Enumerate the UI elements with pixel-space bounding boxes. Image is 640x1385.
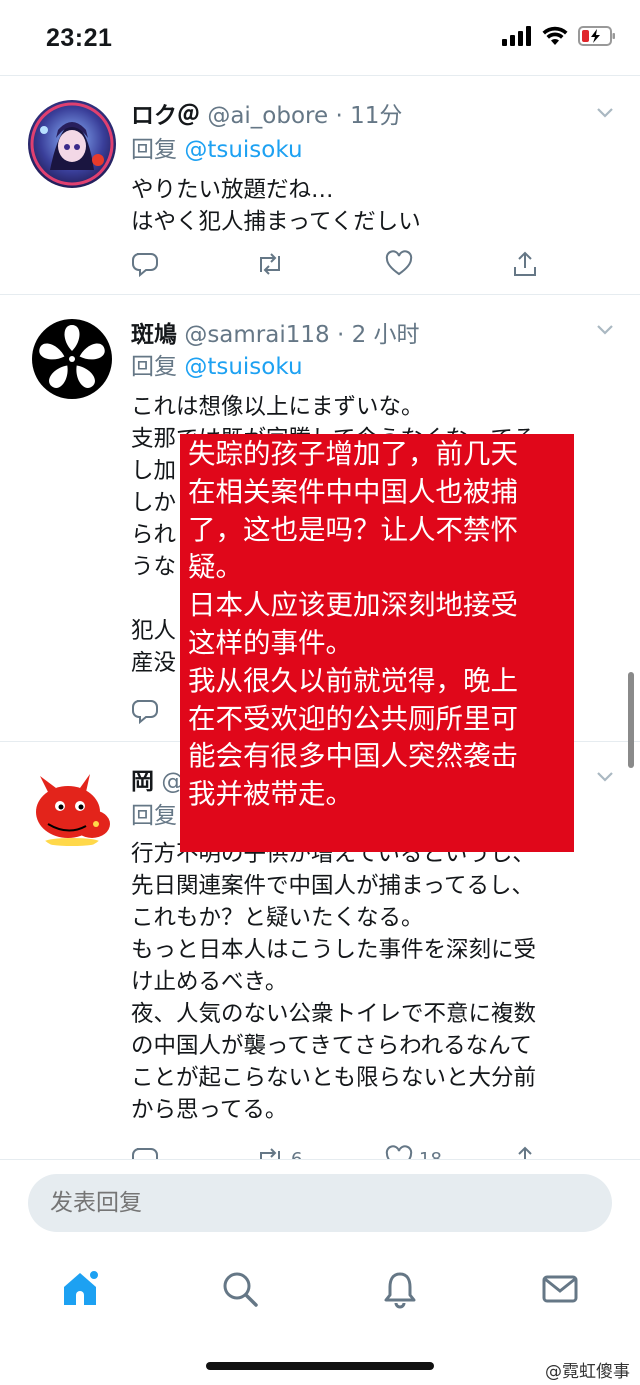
- tweet-text: やりたい放題だね… はやく犯人捕まってくだしい: [131, 177, 421, 235]
- chevron-down-icon[interactable]: [596, 768, 614, 786]
- home-icon: [64, 1269, 100, 1305]
- avatar[interactable]: [28, 762, 116, 850]
- share-icon: [514, 251, 536, 276]
- cellular-signal-icon: [502, 26, 531, 46]
- heart-icon: [385, 250, 413, 276]
- envelope-icon: [542, 1275, 578, 1303]
- tab-search[interactable]: [216, 1265, 264, 1313]
- timestamp: 11分: [350, 103, 403, 129]
- separator: ·: [336, 322, 345, 348]
- translation-caption-text: 失踪的孩子增加了，前几天 在相关案件中中国人也被捕 了，这也是吗？让人不禁怀 疑…: [188, 438, 518, 811]
- avatar-anime-character-image: [28, 100, 116, 188]
- handle[interactable]: @samrai118: [184, 322, 329, 348]
- avatar[interactable]: [28, 315, 116, 403]
- reply-button[interactable]: [131, 696, 159, 726]
- reply-button[interactable]: [131, 249, 159, 279]
- avatar-red-cow-akabeko-image: [36, 774, 110, 846]
- scrollbar[interactable]: [628, 672, 634, 768]
- status-icons: [502, 26, 616, 46]
- replying-to: 回复 @tsuisoku: [131, 347, 303, 381]
- retweet-button[interactable]: [255, 249, 285, 279]
- display-name[interactable]: 斑鳩: [131, 322, 177, 348]
- status-bar: 23:21: [0, 0, 640, 76]
- reply-label: 回复: [131, 354, 177, 380]
- share-button[interactable]: [511, 249, 539, 279]
- tweet-text: 行方不明の子供が増えているというし、 先日関連案件で中国人が捕まってるし、 これ…: [131, 841, 537, 1123]
- like-button[interactable]: [385, 249, 413, 279]
- reply-input[interactable]: [28, 1174, 612, 1232]
- separator: ·: [335, 103, 343, 129]
- reply-label: 回复: [131, 803, 177, 829]
- chevron-down-icon[interactable]: [596, 104, 614, 122]
- weibo-watermark: @霓虹傻事: [545, 1362, 630, 1382]
- avatar-kamon-crest-image: [32, 319, 112, 399]
- retweet-icon: [260, 253, 280, 275]
- tweet-header: 斑鳩 @samrai118 · 2 小时: [131, 315, 420, 349]
- bell-icon: [384, 1272, 416, 1309]
- reply-mention-link[interactable]: @tsuisoku: [184, 137, 302, 163]
- search-icon: [223, 1272, 258, 1307]
- tab-home[interactable]: [56, 1265, 104, 1313]
- tweet-header: 岡 @: [131, 762, 184, 796]
- home-indicator[interactable]: [206, 1362, 434, 1370]
- reply-icon: [132, 253, 158, 278]
- tab-messages[interactable]: [536, 1265, 584, 1313]
- chevron-down-icon[interactable]: [596, 321, 614, 339]
- status-time: 23:21: [46, 24, 113, 52]
- tweet-header: ロク＠ @ai_obore · 11分: [131, 96, 402, 130]
- bottom-tab-bar: [0, 1255, 640, 1325]
- tweet-reply[interactable]: ロク＠ @ai_obore · 11分 回复 @tsuisoku やりたい放題だ…: [0, 76, 640, 294]
- avatar[interactable]: [28, 100, 116, 188]
- battery-charging-icon: [578, 26, 615, 46]
- wifi-icon: [542, 26, 568, 45]
- handle[interactable]: @ai_obore: [207, 103, 328, 129]
- reply-label: 回复: [131, 137, 177, 163]
- timestamp: 2 小时: [351, 322, 420, 348]
- tweet-actions: [131, 249, 551, 279]
- reply-icon: [132, 700, 158, 725]
- replying-to: 回复: [131, 796, 177, 830]
- reply-composer-bar: [0, 1159, 640, 1256]
- display-name[interactable]: 岡: [131, 769, 154, 795]
- reply-mention-link[interactable]: @tsuisoku: [184, 354, 302, 380]
- replying-to: 回复 @tsuisoku: [131, 130, 303, 164]
- display-name[interactable]: ロク＠: [131, 103, 200, 129]
- tab-notifications[interactable]: [376, 1265, 424, 1313]
